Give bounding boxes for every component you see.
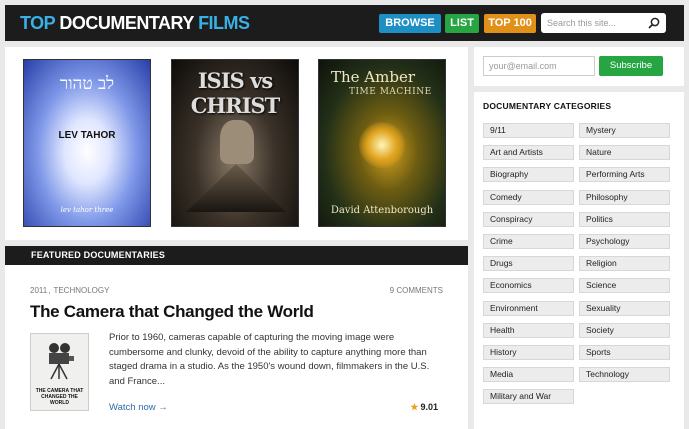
browse-button[interactable]: BROWSE — [379, 14, 441, 33]
subscribe-button[interactable]: Subscribe — [599, 56, 663, 76]
category-religion[interactable]: Religion — [579, 256, 670, 272]
poster-subtitle: TIME MACHINE — [349, 87, 432, 97]
category-drugs[interactable]: Drugs — [483, 256, 574, 272]
category-health[interactable]: Health — [483, 322, 574, 338]
thumb-caption: THE CAMERA THAT CHANGED THE WORLD — [35, 388, 84, 406]
category-crime[interactable]: Crime — [483, 234, 574, 249]
watch-now-link[interactable]: Watch now → — [109, 402, 168, 413]
poster-author: David Attenborough — [330, 205, 434, 216]
list-button[interactable]: LIST — [445, 14, 479, 33]
email-field[interactable] — [483, 56, 595, 76]
featured-section: FEATURED DOCUMENTARIES 2011, TECHNOLOGY 9… — [5, 246, 468, 429]
subscribe-widget: Subscribe — [474, 47, 684, 86]
category-nature[interactable]: Nature — [579, 145, 670, 161]
categories-widget: DOCUMENTARY CATEGORIES 9/11 Mystery Art an… — [474, 92, 684, 429]
doc-meta: 2011, TECHNOLOGY — [30, 286, 109, 295]
logo-films: FILMS — [198, 13, 250, 33]
category-sports[interactable]: Sports — [579, 345, 670, 360]
search-box — [541, 13, 666, 33]
category-conspiracy[interactable]: Conspiracy — [483, 211, 574, 227]
category-psychology[interactable]: Psychology — [579, 234, 670, 249]
category-comedy[interactable]: Comedy — [483, 189, 574, 205]
category-technology[interactable]: Technology — [579, 367, 670, 383]
film-camera-icon — [49, 343, 74, 380]
doc-description: Prior to 1960, cameras capable of captur… — [109, 332, 430, 387]
site-logo[interactable]: TOP DOCUMENTARY FILMS — [20, 13, 250, 33]
logo-documentary: DOCUMENTARY — [59, 13, 194, 33]
doc-title[interactable]: The Camera that Changed the World — [30, 302, 314, 322]
category-9-11[interactable]: 9/11 — [483, 123, 574, 138]
poster-title: ISIS vs CHRIST — [190, 68, 281, 118]
category-society[interactable]: Society — [579, 322, 670, 338]
star-icon: ★ — [410, 402, 419, 412]
poster-hebrew-title: לב טהור — [59, 74, 115, 94]
category-science[interactable]: Science — [579, 278, 670, 294]
category-military-and-war[interactable]: Military and War — [483, 389, 574, 405]
rating-value: 9.01 — [420, 402, 438, 412]
category-environment[interactable]: Environment — [483, 300, 574, 316]
poster-pyramid-image — [186, 164, 286, 212]
comments-link[interactable]: 9 COMMENTS — [390, 286, 443, 295]
poster-amber-time-machine[interactable]: The Amber TIME MACHINE David Attenboroug… — [318, 59, 446, 227]
doc-year: 2011 — [30, 286, 48, 295]
category-sexuality[interactable]: Sexuality — [579, 300, 670, 316]
poster-amber-image — [359, 122, 405, 168]
site-header: TOP DOCUMENTARY FILMS BROWSE LIST TOP 10… — [5, 5, 684, 41]
doc-thumbnail[interactable]: THE CAMERA THAT CHANGED THE WORLD — [30, 333, 89, 411]
top-100-button[interactable]: TOP 100 — [484, 14, 536, 33]
category-biography[interactable]: Biography — [483, 167, 574, 183]
logo-top: TOP — [20, 13, 55, 33]
poster-title: The Amber — [331, 68, 416, 86]
category-art-and-artists[interactable]: Art and Artists — [483, 145, 574, 161]
poster-carousel: לב טהור LEV TAHOR lev tahor three ISIS v… — [5, 47, 468, 240]
category-philosophy[interactable]: Philosophy — [579, 189, 670, 205]
category-politics[interactable]: Politics — [579, 211, 670, 227]
search-icon[interactable] — [648, 17, 660, 29]
doc-category-link[interactable]: TECHNOLOGY — [53, 286, 109, 295]
category-performing-arts[interactable]: Performing Arts — [579, 167, 670, 183]
poster-isis-vs-christ[interactable]: ISIS vs CHRIST — [171, 59, 299, 227]
poster-subtitle: lev tahor three — [60, 206, 114, 214]
featured-heading: FEATURED DOCUMENTARIES — [5, 246, 468, 265]
category-mystery[interactable]: Mystery — [579, 123, 670, 138]
meta-separator: , — [48, 286, 51, 295]
categories-title: DOCUMENTARY CATEGORIES — [483, 101, 612, 111]
poster-statue-image — [220, 120, 254, 164]
search-input[interactable] — [547, 16, 643, 30]
poster-lev-tahor[interactable]: לב טהור LEV TAHOR lev tahor three — [23, 59, 151, 227]
category-media[interactable]: Media — [483, 367, 574, 383]
poster-title: LEV TAHOR — [58, 130, 116, 141]
category-history[interactable]: History — [483, 345, 574, 360]
doc-rating: ★ 9.01 — [410, 402, 438, 413]
category-economics[interactable]: Economics — [483, 278, 574, 294]
